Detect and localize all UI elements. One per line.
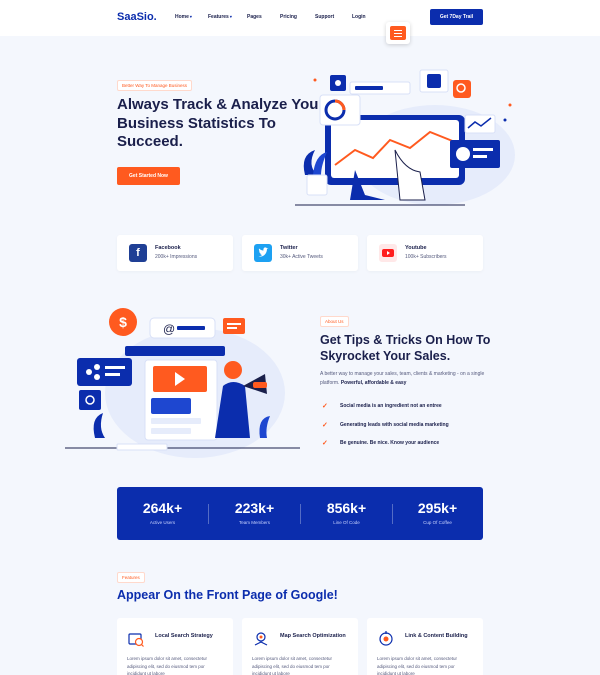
feature-desc: Lorem ipsum dolor sit amet, consectetur … (377, 656, 458, 675)
social-stat: 30k+ Active Tweets (280, 254, 323, 260)
check-text: Be genuine. Be nice. Know your audience (340, 440, 440, 446)
logo[interactable]: SaaSio. (117, 11, 157, 23)
social-name: Twitter (280, 245, 298, 251)
tips-description: A better way to manage your sales, team,… (320, 370, 490, 387)
nav-login[interactable]: Login (352, 14, 366, 20)
check-item: ✓ Generating leads with social media mark… (320, 420, 490, 430)
check-icon: ✓ (322, 422, 328, 429)
check-item: ✓ Social media is an ingredient not an en… (320, 401, 490, 411)
stat-cups-of-coffee: 295k+ Cup Of Coffee (392, 487, 483, 540)
stat-label: Cup Of Coffee (423, 520, 452, 525)
social-stat: 100k+ Subscribers (405, 254, 447, 260)
stat-number: 856k+ (326, 500, 367, 516)
facebook-icon: f (129, 244, 147, 262)
twitter-card[interactable]: Twitter 30k+ Active Tweets (242, 235, 358, 271)
stat-number: 223k+ (234, 500, 275, 516)
feature-card-map-search[interactable]: Map Search Optimization Lorem ipsum dolo… (242, 618, 358, 675)
hero-badge: Better Way To Manage Business (117, 80, 193, 91)
nav-pages[interactable]: Pages (247, 14, 262, 20)
stat-label: Active Users (149, 520, 176, 525)
check-icon: ✓ (322, 403, 328, 410)
stat-team-members: 223k+ Team Members (209, 487, 300, 540)
nav-features-label: Features (208, 14, 229, 20)
feature-card-link-building[interactable]: Link & Content Building Lorem ipsum dolo… (367, 618, 483, 675)
about-badge: About Us (320, 316, 349, 327)
features-badge: Features (117, 572, 145, 583)
features-title: Appear On the Front Page of Google! (117, 588, 338, 602)
nav-features[interactable]: Features▾ (208, 14, 232, 20)
stats-bar: 264k+ Active Users 223k+ Team Members 85… (117, 487, 483, 540)
analytics-illustration (295, 69, 515, 206)
nav-home[interactable]: Home▾ (175, 14, 192, 20)
youtube-card[interactable]: Youtube 100k+ Subscribers (367, 235, 483, 271)
twitter-icon (254, 244, 272, 262)
stat-lines-of-code: 856k+ Line Of Code (301, 487, 392, 540)
feature-title: Map Search Optimization (280, 633, 346, 639)
check-text: Social media is an ingredient not an ent… (340, 403, 442, 409)
check-icon: ✓ (322, 440, 328, 447)
social-name: Facebook (155, 245, 181, 251)
tips-desc-bold: Powerful, affordable & easy (340, 379, 407, 386)
stat-label: Line Of Code (333, 520, 360, 525)
check-item: ✓ Be genuine. Be nice. Know your audience (320, 438, 490, 448)
stat-label: Team Members (238, 520, 270, 525)
youtube-icon (379, 244, 397, 262)
tips-title: Get Tips & Tricks On How To Skyrocket Yo… (320, 333, 491, 363)
feature-desc: Lorem ipsum dolor sit amet, consectetur … (127, 656, 208, 675)
hamburger-menu-icon[interactable] (386, 22, 410, 44)
stat-number: 264k+ (142, 500, 183, 516)
local-search-icon (128, 633, 144, 647)
get-started-button[interactable]: Get Started Now (117, 167, 180, 185)
top-navbar: SaaSio. Home▾ Features▾ Pages Pricing Su… (0, 0, 600, 36)
stat-number: 295k+ (417, 500, 458, 516)
facebook-card[interactable]: f Facebook 200k+ Impressions (117, 235, 233, 271)
chevron-down-icon: ▾ (189, 14, 192, 19)
svg-text:$: $ (119, 314, 127, 330)
nav-home-label: Home (175, 14, 189, 20)
trial-button[interactable]: Get 7Day Trail (430, 9, 483, 25)
feature-title: Link & Content Building (405, 633, 468, 639)
marketing-illustration: $ @ (65, 308, 300, 458)
stat-active-users: 264k+ Active Users (117, 487, 208, 540)
link-content-icon (379, 631, 393, 646)
social-stat: 200k+ Impressions (155, 254, 198, 260)
feature-desc: Lorem ipsum dolor sit amet, consectetur … (252, 656, 333, 675)
svg-text:@: @ (163, 322, 175, 336)
nav-support[interactable]: Support (315, 14, 334, 20)
social-name: Youtube (405, 245, 427, 251)
check-text: Generating leads with social media marke… (340, 422, 449, 428)
landing-page: SaaSio. Home▾ Features▾ Pages Pricing Su… (0, 0, 600, 675)
feature-card-local-search[interactable]: Local Search Strategy Lorem ipsum dolor … (117, 618, 233, 675)
chevron-down-icon: ▾ (229, 14, 232, 19)
nav-pricing[interactable]: Pricing (280, 14, 297, 20)
feature-title: Local Search Strategy (155, 633, 213, 639)
map-search-icon (254, 632, 268, 646)
